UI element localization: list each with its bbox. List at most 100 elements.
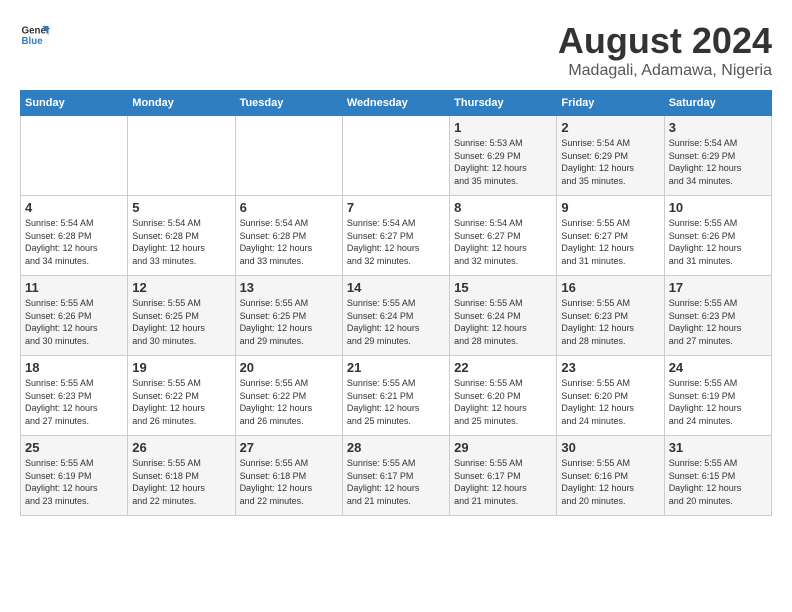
header-tuesday: Tuesday	[235, 91, 342, 116]
calendar-cell: 8 Sunrise: 5:54 AM Sunset: 6:27 PM Daylig…	[450, 196, 557, 276]
calendar-week-row-2: 4Sunrise: 5:54 AM Sunset: 6:28 PM Daylig…	[21, 196, 772, 276]
calendar-cell: 7Sunrise: 5:54 AM Sunset: 6:27 PM Daylig…	[342, 196, 449, 276]
calendar-table: Sunday Monday Tuesday Wednesday Thursday…	[20, 90, 772, 516]
day-detail: Sunrise: 5:55 AM Sunset: 6:23 PM Dayligh…	[669, 297, 767, 347]
calendar-cell: 12 Sunrise: 5:55 AM Sunset: 6:25 PM Dayli…	[128, 276, 235, 356]
calendar-cell: 21Sunrise: 5:55 AM Sunset: 6:21 PM Dayli…	[342, 356, 449, 436]
day-number: 5	[132, 200, 230, 215]
day-detail: Sunrise: 5:54 AM Sunset: 6:27 PM Dayligh…	[454, 217, 552, 267]
day-number: 6	[240, 200, 338, 215]
day-number: 26	[132, 440, 230, 455]
calendar-cell: 6 Sunrise: 5:54 AM Sunset: 6:28 PM Daylig…	[235, 196, 342, 276]
day-number: 23	[561, 360, 659, 375]
calendar-cell: 13 Sunrise: 5:55 AM Sunset: 6:25 PM Dayli…	[235, 276, 342, 356]
day-detail: Sunrise: 5:55 AM Sunset: 6:24 PM Dayligh…	[347, 297, 445, 347]
day-detail: Sunrise: 5:55 AM Sunset: 6:25 PM Dayligh…	[132, 297, 230, 347]
day-number: 22	[454, 360, 552, 375]
day-detail: Sunrise: 5:55 AM Sunset: 6:26 PM Dayligh…	[25, 297, 123, 347]
day-detail: Sunrise: 5:55 AM Sunset: 6:18 PM Dayligh…	[132, 457, 230, 507]
day-detail: Sunrise: 5:54 AM Sunset: 6:28 PM Dayligh…	[240, 217, 338, 267]
calendar-cell: 9 Sunrise: 5:55 AM Sunset: 6:27 PM Daylig…	[557, 196, 664, 276]
day-number: 13	[240, 280, 338, 295]
calendar-cell: 26 Sunrise: 5:55 AM Sunset: 6:18 PM Dayli…	[128, 436, 235, 516]
day-detail: Sunrise: 5:55 AM Sunset: 6:17 PM Dayligh…	[454, 457, 552, 507]
calendar-cell: 11 Sunrise: 5:55 AM Sunset: 6:26 PM Dayli…	[21, 276, 128, 356]
header-thursday: Thursday	[450, 91, 557, 116]
calendar-cell: 10 Sunrise: 5:55 AM Sunset: 6:26 PM Dayli…	[664, 196, 771, 276]
calendar-cell: 17 Sunrise: 5:55 AM Sunset: 6:23 PM Dayli…	[664, 276, 771, 356]
day-detail: Sunrise: 5:54 AM Sunset: 6:27 PM Dayligh…	[347, 217, 445, 267]
calendar-cell	[342, 116, 449, 196]
calendar-cell: 16Sunrise: 5:55 AM Sunset: 6:23 PM Dayli…	[557, 276, 664, 356]
day-detail: Sunrise: 5:55 AM Sunset: 6:25 PM Dayligh…	[240, 297, 338, 347]
day-number: 27	[240, 440, 338, 455]
day-number: 21	[347, 360, 445, 375]
calendar-cell: 31Sunrise: 5:55 AM Sunset: 6:15 PM Dayli…	[664, 436, 771, 516]
calendar-cell: 5 Sunrise: 5:54 AM Sunset: 6:28 PM Daylig…	[128, 196, 235, 276]
calendar-cell: 15Sunrise: 5:55 AM Sunset: 6:24 PM Dayli…	[450, 276, 557, 356]
title-section: August 2024 Madagali, Adamawa, Nigeria	[558, 20, 772, 80]
calendar-cell: 24Sunrise: 5:55 AM Sunset: 6:19 PM Dayli…	[664, 356, 771, 436]
header-wednesday: Wednesday	[342, 91, 449, 116]
day-number: 28	[347, 440, 445, 455]
day-number: 10	[669, 200, 767, 215]
day-number: 8	[454, 200, 552, 215]
day-detail: Sunrise: 5:55 AM Sunset: 6:17 PM Dayligh…	[347, 457, 445, 507]
day-detail: Sunrise: 5:55 AM Sunset: 6:22 PM Dayligh…	[132, 377, 230, 427]
day-number: 12	[132, 280, 230, 295]
calendar-cell: 14 Sunrise: 5:55 AM Sunset: 6:24 PM Dayli…	[342, 276, 449, 356]
day-number: 2	[561, 120, 659, 135]
calendar-cell: 2 Sunrise: 5:54 AM Sunset: 6:29 PM Daylig…	[557, 116, 664, 196]
day-detail: Sunrise: 5:54 AM Sunset: 6:29 PM Dayligh…	[561, 137, 659, 187]
calendar-subtitle: Madagali, Adamawa, Nigeria	[558, 62, 772, 80]
day-number: 31	[669, 440, 767, 455]
day-detail: Sunrise: 5:55 AM Sunset: 6:23 PM Dayligh…	[25, 377, 123, 427]
day-detail: Sunrise: 5:55 AM Sunset: 6:18 PM Dayligh…	[240, 457, 338, 507]
calendar-cell: 29Sunrise: 5:55 AM Sunset: 6:17 PM Dayli…	[450, 436, 557, 516]
day-detail: Sunrise: 5:54 AM Sunset: 6:28 PM Dayligh…	[25, 217, 123, 267]
logo-icon: General Blue	[20, 20, 50, 50]
day-detail: Sunrise: 5:55 AM Sunset: 6:26 PM Dayligh…	[669, 217, 767, 267]
day-detail: Sunrise: 5:53 AM Sunset: 6:29 PM Dayligh…	[454, 137, 552, 187]
calendar-cell: 19Sunrise: 5:55 AM Sunset: 6:22 PM Dayli…	[128, 356, 235, 436]
header-saturday: Saturday	[664, 91, 771, 116]
calendar-cell: 20 Sunrise: 5:55 AM Sunset: 6:22 PM Dayli…	[235, 356, 342, 436]
weekday-header-row: Sunday Monday Tuesday Wednesday Thursday…	[21, 91, 772, 116]
day-number: 30	[561, 440, 659, 455]
logo: General Blue	[20, 20, 50, 50]
day-detail: Sunrise: 5:55 AM Sunset: 6:23 PM Dayligh…	[561, 297, 659, 347]
svg-text:Blue: Blue	[22, 36, 44, 47]
calendar-cell: 23Sunrise: 5:55 AM Sunset: 6:20 PM Dayli…	[557, 356, 664, 436]
day-detail: Sunrise: 5:54 AM Sunset: 6:28 PM Dayligh…	[132, 217, 230, 267]
calendar-cell: 18 Sunrise: 5:55 AM Sunset: 6:23 PM Dayli…	[21, 356, 128, 436]
calendar-cell: 4Sunrise: 5:54 AM Sunset: 6:28 PM Daylig…	[21, 196, 128, 276]
day-number: 18	[25, 360, 123, 375]
calendar-cell	[235, 116, 342, 196]
day-number: 11	[25, 280, 123, 295]
day-number: 17	[669, 280, 767, 295]
header-friday: Friday	[557, 91, 664, 116]
calendar-week-row-3: 11 Sunrise: 5:55 AM Sunset: 6:26 PM Dayli…	[21, 276, 772, 356]
calendar-cell: 22 Sunrise: 5:55 AM Sunset: 6:20 PM Dayli…	[450, 356, 557, 436]
calendar-cell	[128, 116, 235, 196]
day-detail: Sunrise: 5:55 AM Sunset: 6:22 PM Dayligh…	[240, 377, 338, 427]
day-number: 14	[347, 280, 445, 295]
calendar-title: August 2024	[558, 20, 772, 62]
day-detail: Sunrise: 5:55 AM Sunset: 6:19 PM Dayligh…	[25, 457, 123, 507]
day-detail: Sunrise: 5:54 AM Sunset: 6:29 PM Dayligh…	[669, 137, 767, 187]
calendar-cell: 30Sunrise: 5:55 AM Sunset: 6:16 PM Dayli…	[557, 436, 664, 516]
calendar-cell: 27 Sunrise: 5:55 AM Sunset: 6:18 PM Dayli…	[235, 436, 342, 516]
day-detail: Sunrise: 5:55 AM Sunset: 6:24 PM Dayligh…	[454, 297, 552, 347]
calendar-cell: 3Sunrise: 5:54 AM Sunset: 6:29 PM Daylig…	[664, 116, 771, 196]
day-detail: Sunrise: 5:55 AM Sunset: 6:19 PM Dayligh…	[669, 377, 767, 427]
day-number: 25	[25, 440, 123, 455]
calendar-week-row-5: 25 Sunrise: 5:55 AM Sunset: 6:19 PM Dayli…	[21, 436, 772, 516]
day-number: 9	[561, 200, 659, 215]
day-number: 1	[454, 120, 552, 135]
calendar-week-row-4: 18 Sunrise: 5:55 AM Sunset: 6:23 PM Dayli…	[21, 356, 772, 436]
day-detail: Sunrise: 5:55 AM Sunset: 6:20 PM Dayligh…	[454, 377, 552, 427]
day-number: 20	[240, 360, 338, 375]
header-monday: Monday	[128, 91, 235, 116]
day-detail: Sunrise: 5:55 AM Sunset: 6:27 PM Dayligh…	[561, 217, 659, 267]
calendar-cell: 25 Sunrise: 5:55 AM Sunset: 6:19 PM Dayli…	[21, 436, 128, 516]
